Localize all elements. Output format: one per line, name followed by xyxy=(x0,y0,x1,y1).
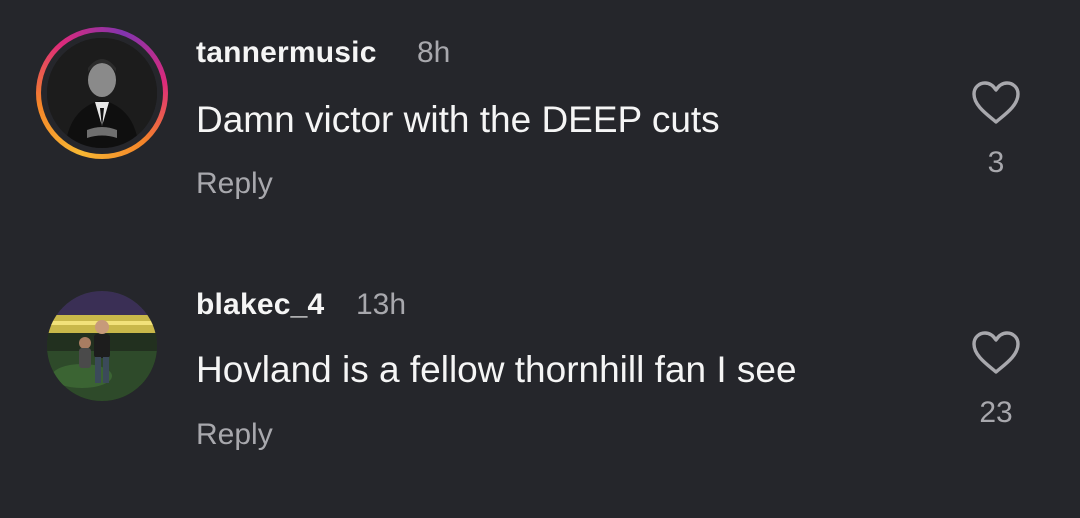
heart-outline-icon[interactable] xyxy=(970,80,1022,126)
comment-text: Hovland is a fellow thornhill fan I see xyxy=(196,349,797,390)
comment-item: tannermusic 8h Damn victor with the DEEP… xyxy=(0,0,1080,250)
avatar-image xyxy=(47,291,157,401)
comment-timestamp: 13h xyxy=(356,288,407,321)
comment-timestamp: 8h xyxy=(417,36,451,69)
avatar-image xyxy=(47,38,157,148)
reply-button[interactable]: Reply xyxy=(196,167,273,201)
like-count: 23 xyxy=(979,396,1013,429)
avatar[interactable] xyxy=(47,38,157,148)
comment-username[interactable]: blakec_4 xyxy=(196,288,324,322)
avatar-story-ring[interactable] xyxy=(36,27,168,159)
heart-outline-icon[interactable] xyxy=(970,330,1022,376)
comment-item: blakec_4 13h Hovland is a fellow thornhi… xyxy=(0,250,1080,518)
comment-username[interactable]: tannermusic xyxy=(196,36,377,70)
comment-text: Damn victor with the DEEP cuts xyxy=(196,99,720,140)
like-count: 3 xyxy=(987,146,1005,179)
reply-button[interactable]: Reply xyxy=(196,418,273,452)
avatar[interactable] xyxy=(47,291,157,401)
